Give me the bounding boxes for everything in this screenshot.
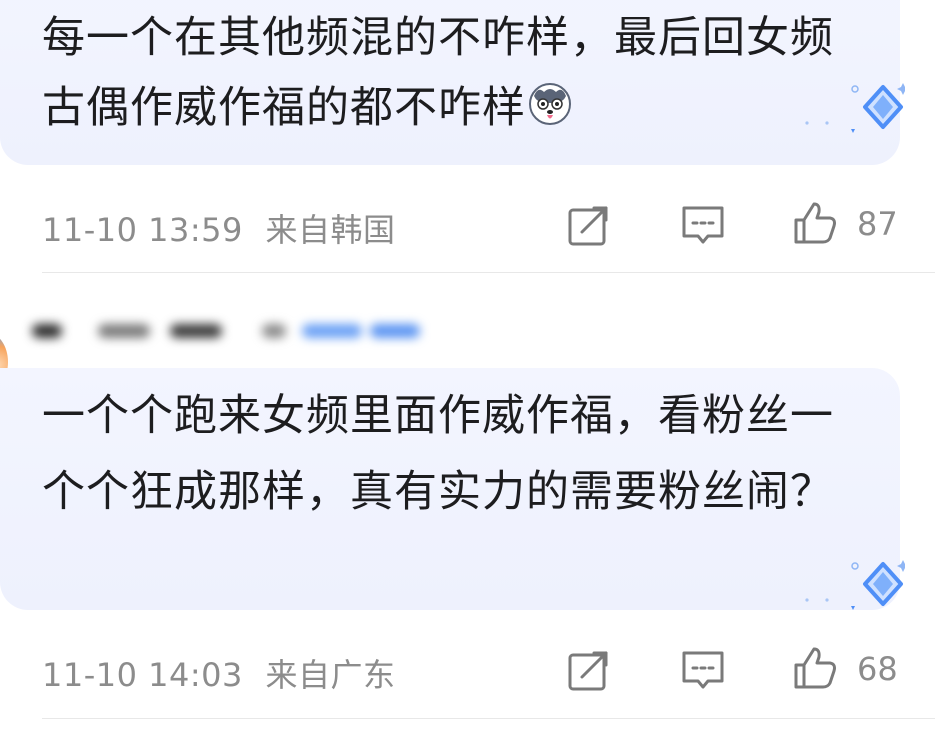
repost-icon[interactable]: [566, 202, 612, 248]
comment-icon[interactable]: [680, 202, 726, 248]
repost-icon[interactable]: [566, 647, 612, 693]
comment-location: 来自广东: [265, 656, 396, 694]
username-blur: [170, 324, 222, 338]
username-blur: [302, 324, 362, 338]
comment-meta: 11-10 14:03 来自广东: [42, 650, 396, 696]
username[interactable]: [30, 310, 450, 354]
comment-bubble: 一个个跑来女频里面作威作福，看粉丝一个个狂成那样，真有实力的需要粉丝闹？: [0, 368, 905, 610]
comment-meta: 11-10 13:59 来自韩国: [42, 205, 396, 251]
like-thumb-icon[interactable]: [792, 200, 838, 246]
comment-text-content: 每一个在其他频混的不咋样，最后回女频古偶作威作福的都不咋样: [42, 13, 834, 133]
like-count: 87: [857, 205, 898, 243]
username-blur: [262, 324, 286, 338]
comment-feed: 每一个在其他频混的不咋样，最后回女频古偶作威作福的都不咋样 11-10 13:5…: [0, 0, 935, 735]
comment-time: 11-10 14:03: [42, 656, 243, 694]
comment-location: 来自韩国: [265, 211, 396, 249]
comment-text: 一个个跑来女频里面作威作福，看粉丝一个个狂成那样，真有实力的需要粉丝闹？: [42, 391, 834, 517]
husky-emoji-icon: [529, 83, 571, 125]
diamond-badge-icon: [805, 83, 905, 133]
comment-time: 11-10 13:59: [42, 211, 243, 249]
like-thumb-icon[interactable]: [792, 645, 838, 691]
diamond-badge-icon: [805, 560, 905, 610]
comment-bubble: 每一个在其他频混的不咋样，最后回女频古偶作威作福的都不咋样: [0, 0, 905, 165]
username-blur: [98, 324, 150, 338]
divider: [42, 718, 935, 719]
comment-icon[interactable]: [680, 647, 726, 693]
username-blur: [370, 324, 420, 338]
divider: [42, 272, 935, 273]
comment-text: 每一个在其他频混的不咋样，最后回女频古偶作威作福的都不咋样: [42, 3, 862, 143]
like-count: 68: [857, 650, 898, 688]
username-blur: [32, 324, 62, 338]
